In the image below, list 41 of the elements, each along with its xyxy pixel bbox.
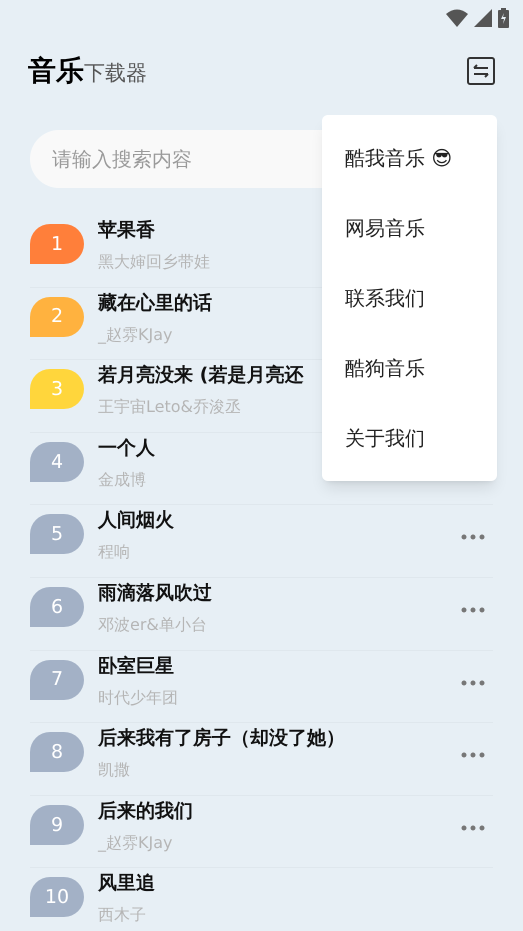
rank-badge: 8 [30, 732, 84, 772]
app-subtitle: 下载器 [84, 60, 147, 87]
song-artist: 西木子 [98, 904, 147, 926]
song-title[interactable]: 后来的我们 [98, 798, 461, 824]
song-artist: 时代少年团 [98, 686, 179, 709]
song-artist: 程响 [98, 541, 131, 564]
rank-badge: 9 [30, 804, 84, 845]
signal-icon [474, 9, 492, 27]
rank-badge: 2 [30, 296, 84, 337]
rank-badge: 4 [30, 442, 84, 482]
more-icon[interactable] [461, 680, 485, 686]
song-title[interactable]: 风里追 [98, 870, 493, 896]
rank-badge: 1 [30, 224, 84, 264]
wifi-icon [446, 9, 468, 27]
menu-item[interactable]: 关于我们 [322, 403, 497, 473]
more-icon[interactable] [461, 606, 485, 613]
song-artist: 邓波er&单小台 [98, 614, 208, 636]
switch-icon[interactable] [467, 57, 495, 85]
rank-badge: 3 [30, 369, 84, 410]
more-icon[interactable] [461, 824, 485, 831]
song-title[interactable]: 后来我有了房子（却没了她） [98, 725, 461, 752]
song-title[interactable]: 雨滴落风吹过 [98, 580, 461, 606]
more-icon[interactable] [461, 752, 485, 758]
song-artist: _赵雰KJay [98, 324, 174, 346]
more-icon[interactable] [461, 534, 485, 540]
rank-badge: 7 [30, 660, 84, 700]
song-artist: _赵雰KJay [98, 832, 174, 854]
rank-badge: 10 [30, 877, 84, 918]
menu-item[interactable]: 网易音乐 [322, 193, 497, 263]
song-artist: 凯撒 [98, 759, 131, 782]
menu-item[interactable]: 酷狗音乐 [322, 333, 497, 403]
song-title[interactable]: 卧室巨星 [98, 652, 461, 679]
menu-item[interactable]: 联系我们 [322, 263, 497, 333]
song-artist: 黑大婶回乡带娃 [98, 251, 211, 273]
song-title[interactable]: 人间烟火 [98, 507, 461, 534]
battery-icon [498, 8, 509, 28]
app-title: 音乐 [28, 53, 84, 89]
song-artist: 王宇宙Leto&乔浚丞 [98, 396, 242, 418]
rank-badge: 6 [30, 586, 84, 627]
rank-badge: 5 [30, 514, 84, 554]
song-artist: 金成博 [98, 468, 147, 491]
